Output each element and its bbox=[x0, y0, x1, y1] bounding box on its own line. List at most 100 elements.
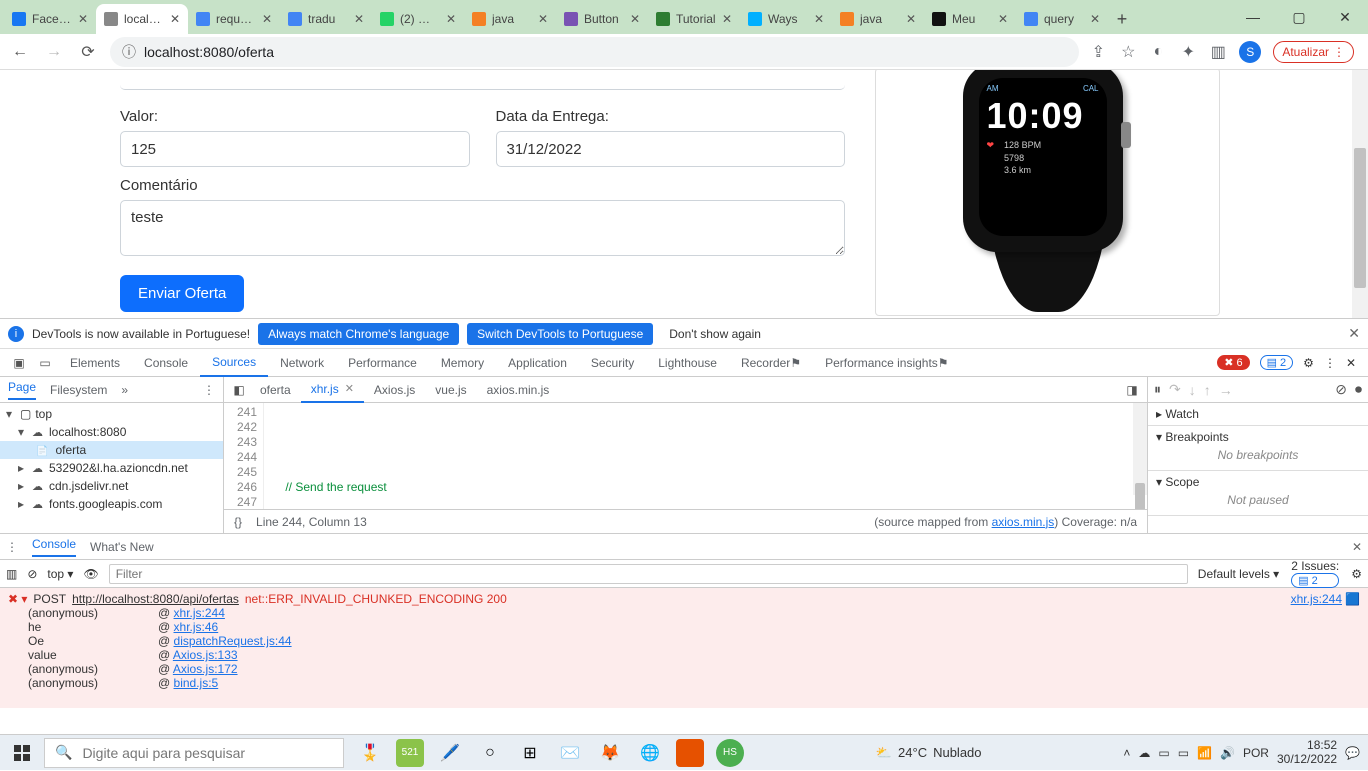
console-settings-icon[interactable]: ⚙ bbox=[1351, 567, 1362, 581]
data-entrega-input[interactable] bbox=[496, 131, 846, 167]
browser-tab[interactable]: java✕ bbox=[464, 4, 556, 34]
taskbar-weather[interactable]: ⛅ 24°C Nublado bbox=[876, 745, 996, 761]
comentario-textarea[interactable]: teste bbox=[120, 200, 845, 256]
panel-security[interactable]: Security bbox=[579, 349, 646, 377]
bookmark-icon[interactable]: ☆ bbox=[1119, 43, 1137, 61]
console-create-expr-icon[interactable]: 👁 bbox=[83, 567, 98, 581]
banner-close-icon[interactable]: ✕ bbox=[1348, 325, 1360, 342]
close-icon[interactable]: ✕ bbox=[814, 12, 824, 26]
panel-elements[interactable]: Elements bbox=[58, 349, 132, 377]
step-into-icon[interactable]: ↓ bbox=[1189, 382, 1196, 398]
console-context[interactable]: top ▾ bbox=[47, 567, 73, 581]
taskbar-app-2[interactable]: 521 bbox=[396, 739, 424, 767]
close-icon[interactable]: ✕ bbox=[630, 12, 640, 26]
watch-section[interactable]: ▸ Watch bbox=[1156, 407, 1199, 421]
browser-tab[interactable]: request✕ bbox=[188, 4, 280, 34]
banner-match-button[interactable]: Always match Chrome's language bbox=[258, 323, 459, 345]
tray-date[interactable]: 30/12/2022 bbox=[1277, 753, 1337, 766]
close-icon[interactable]: ✕ bbox=[78, 12, 88, 26]
tray-volume-icon[interactable]: 🔊 bbox=[1220, 746, 1235, 760]
close-icon[interactable]: ✕ bbox=[446, 12, 456, 26]
reload-button[interactable]: ⟳ bbox=[76, 40, 100, 64]
src-tab-vue[interactable]: vue.js bbox=[425, 377, 476, 403]
close-icon[interactable]: ✕ bbox=[1090, 12, 1100, 26]
lens-icon[interactable]: ◐ bbox=[1149, 43, 1167, 61]
tray-battery-icon[interactable]: ▭ bbox=[1178, 746, 1189, 760]
browser-tab[interactable]: Ways✕ bbox=[740, 4, 832, 34]
browser-tab[interactable]: localhost:8080/oferta✕ bbox=[96, 4, 188, 34]
issue-indicator-icon[interactable]: 🟦 bbox=[1345, 592, 1360, 606]
panel-performance-insights[interactable]: Performance insights ⚑ bbox=[813, 349, 960, 377]
drawer-close-icon[interactable]: ✕ bbox=[1352, 540, 1362, 554]
close-icon[interactable]: ✕ bbox=[998, 12, 1008, 26]
taskbar-taskview[interactable]: ⊞ bbox=[516, 739, 544, 767]
taskbar-search[interactable]: 🔍 Digite aqui para pesquisar bbox=[44, 738, 344, 768]
browser-tab[interactable]: Button✕ bbox=[556, 4, 648, 34]
console-issues[interactable]: 2 Issues: ▤ 2 bbox=[1291, 559, 1339, 588]
tree-cdn1[interactable]: ▸532902&l.ha.azioncdn.net bbox=[0, 459, 223, 477]
window-maximize[interactable]: ▢ bbox=[1276, 0, 1322, 34]
coverage-link[interactable]: axios.min.js bbox=[992, 515, 1055, 529]
browser-tab[interactable]: Meu✕ bbox=[924, 4, 1016, 34]
tray-chevron-icon[interactable]: ˄ bbox=[1123, 746, 1130, 760]
step-over-icon[interactable]: ↷ bbox=[1169, 381, 1181, 398]
tray-onedrive-icon[interactable]: ☁ bbox=[1138, 746, 1150, 760]
share-icon[interactable]: ⇪ bbox=[1089, 43, 1107, 61]
tree-cdn3[interactable]: ▸fonts.googleapis.com bbox=[0, 495, 223, 513]
more-icon[interactable]: ⋮ bbox=[1324, 356, 1336, 370]
tray-language[interactable]: POR bbox=[1243, 746, 1269, 760]
console-output[interactable]: ✖ ▾ POST http://localhost:8080/api/ofert… bbox=[0, 588, 1368, 708]
address-bar[interactable]: ⓘ bbox=[110, 37, 1079, 67]
extensions-icon[interactable]: ✦ bbox=[1179, 43, 1197, 61]
src-tab-axios[interactable]: Axios.js bbox=[364, 377, 425, 403]
browser-tab[interactable]: query✕ bbox=[1016, 4, 1108, 34]
browser-tab[interactable]: Facebook✕ bbox=[4, 4, 96, 34]
panel-console[interactable]: Console bbox=[132, 349, 200, 377]
stack-frame[interactable]: (anonymous)@ bind.js:5 bbox=[8, 676, 1360, 690]
close-icon[interactable]: ✕ bbox=[538, 12, 548, 26]
page-scrollbar[interactable] bbox=[1352, 70, 1368, 318]
browser-tab[interactable]: Tutorial✕ bbox=[648, 4, 740, 34]
tree-file-oferta[interactable]: oferta bbox=[0, 441, 223, 459]
console-source-link[interactable]: xhr.js:244 bbox=[1291, 592, 1342, 606]
taskbar-app-hs[interactable]: HS bbox=[716, 739, 744, 767]
browser-tab[interactable]: (2) WhatsApp✕ bbox=[372, 4, 464, 34]
tray-time[interactable]: 18:52 bbox=[1277, 739, 1337, 752]
device-toggle-icon[interactable]: ▭ bbox=[32, 356, 58, 370]
code-area[interactable]: 241242243244245246247 // Send the reques… bbox=[224, 403, 1147, 509]
taskbar-app-1[interactable]: 🎖️ bbox=[356, 739, 384, 767]
banner-dont-show-button[interactable]: Don't show again bbox=[661, 323, 769, 345]
issues-badge[interactable]: ▤ 2 bbox=[1260, 355, 1294, 370]
close-icon[interactable]: ✕ bbox=[722, 12, 732, 26]
src-nav-toggle-icon[interactable]: ◧ bbox=[228, 383, 250, 397]
drawer-tab-whatsnew[interactable]: What's New bbox=[90, 540, 154, 554]
url-input[interactable] bbox=[144, 44, 1067, 60]
tree-top[interactable]: ▾▢ top bbox=[0, 405, 223, 423]
scope-section[interactable]: ▾ Scope bbox=[1156, 475, 1360, 489]
profile-avatar[interactable]: S bbox=[1239, 41, 1261, 63]
taskbar-firefox[interactable]: 🦊 bbox=[596, 739, 624, 767]
close-icon[interactable]: ✕ bbox=[262, 12, 272, 26]
devtools-close-icon[interactable]: ✕ bbox=[1346, 356, 1356, 370]
taskbar-mail[interactable]: ✉️ bbox=[556, 739, 584, 767]
errors-badge[interactable]: ✖ 6 bbox=[1217, 355, 1249, 370]
stack-frame[interactable]: value@ Axios.js:133 bbox=[8, 648, 1360, 662]
banner-switch-button[interactable]: Switch DevTools to Portuguese bbox=[467, 323, 653, 345]
console-drawer-menu-icon[interactable]: ⋮ bbox=[6, 540, 18, 554]
nav-tab-menu-icon[interactable]: ⋮ bbox=[203, 383, 215, 397]
close-icon[interactable]: ✕ bbox=[906, 12, 916, 26]
console-filter-input[interactable] bbox=[109, 564, 1188, 584]
update-button[interactable]: Atualizar⋮ bbox=[1273, 41, 1354, 63]
src-tab-xhr[interactable]: xhr.js✕ bbox=[301, 377, 364, 403]
back-button[interactable]: ← bbox=[8, 40, 32, 64]
valor-input[interactable] bbox=[120, 131, 470, 167]
console-sidebar-toggle-icon[interactable]: ▥ bbox=[6, 567, 17, 581]
step-icon[interactable]: → bbox=[1219, 382, 1233, 398]
stack-frame[interactable]: (anonymous)@ Axios.js:172 bbox=[8, 662, 1360, 676]
taskbar-app-orange[interactable] bbox=[676, 739, 704, 767]
stack-frame[interactable]: he@ xhr.js:46 bbox=[8, 620, 1360, 634]
site-info-icon[interactable]: ⓘ bbox=[122, 42, 136, 62]
panel-network[interactable]: Network bbox=[268, 349, 336, 377]
panel-sources[interactable]: Sources bbox=[200, 349, 268, 377]
console-levels[interactable]: Default levels ▾ bbox=[1198, 567, 1279, 581]
